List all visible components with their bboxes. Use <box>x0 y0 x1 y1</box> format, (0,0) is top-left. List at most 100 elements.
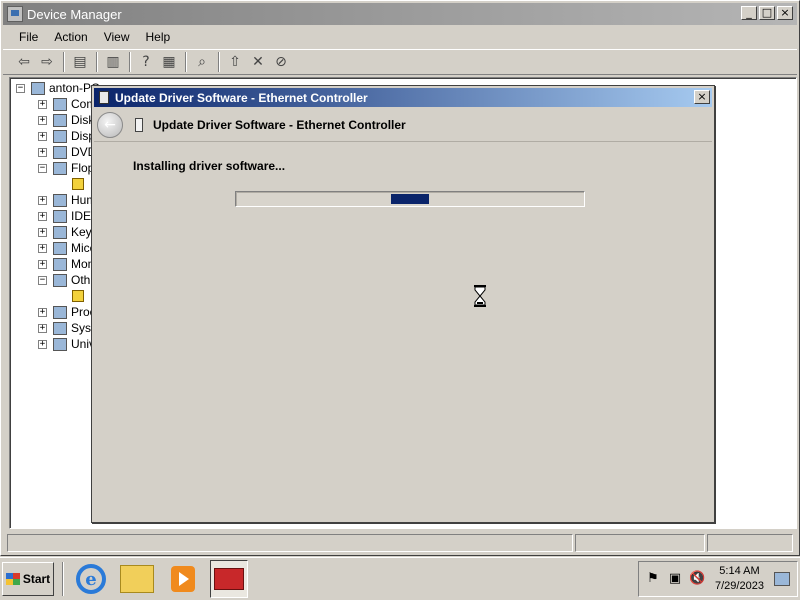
device-manager-icon <box>7 6 23 22</box>
tree-item-label: IDE <box>71 209 92 223</box>
tree-item[interactable] <box>72 288 88 304</box>
minimize-button[interactable]: _ <box>741 6 757 20</box>
collapse-icon[interactable]: − <box>38 163 47 173</box>
expand-icon[interactable]: + <box>38 195 47 205</box>
system-tray: ⚑ ▣ 🔇 5:14 AM 7/29/2023 <box>638 561 798 597</box>
menu-view[interactable]: View <box>96 28 138 46</box>
start-label: Start <box>22 572 51 586</box>
taskbar-divider <box>62 562 64 596</box>
forward-arrow-icon[interactable]: ⇨ <box>36 51 58 73</box>
tree-item[interactable]: − Flop <box>38 160 94 176</box>
disk-drive-icon <box>53 113 67 127</box>
toolbar-separator <box>218 52 220 72</box>
volume-muted-icon[interactable]: 🔇 <box>689 571 705 587</box>
collapse-icon[interactable]: − <box>16 83 25 93</box>
tree-item-label: Key <box>71 225 92 239</box>
help-icon[interactable]: ? <box>135 51 157 73</box>
expand-icon[interactable]: + <box>38 115 47 125</box>
tree-item[interactable]: + Mice <box>38 240 96 256</box>
clock-time: 5:14 AM <box>719 565 760 577</box>
properties-icon[interactable]: ▤ <box>69 51 91 73</box>
tree-item[interactable]: + Syst <box>38 320 94 336</box>
warning-device-icon <box>72 178 84 190</box>
expand-icon[interactable]: + <box>38 339 47 349</box>
menu-help[interactable]: Help <box>138 28 179 46</box>
expand-icon[interactable]: + <box>38 211 47 221</box>
start-button[interactable]: Start <box>2 562 54 596</box>
explorer-button[interactable] <box>118 560 156 598</box>
computer-category-icon <box>53 97 67 111</box>
clock[interactable]: 5:14 AM 7/29/2023 <box>715 564 764 594</box>
window-titlebar[interactable]: Device Manager _ □ × <box>3 3 797 25</box>
expand-icon[interactable]: + <box>38 131 47 141</box>
progress-indicator <box>391 194 429 204</box>
tree-root[interactable]: − anton-PC <box>16 80 100 96</box>
clock-date: 7/29/2023 <box>715 580 764 592</box>
tree-item[interactable]: + Proc <box>38 304 96 320</box>
expand-icon[interactable]: + <box>38 307 47 317</box>
taskbar: Start e ⚑ ▣ 🔇 5:14 AM 7/29/2023 <box>0 557 800 600</box>
folder-icon <box>120 565 154 593</box>
tree-item[interactable]: + Univ <box>38 336 95 352</box>
uninstall-icon[interactable]: ✕ <box>247 51 269 73</box>
tree-item[interactable]: + IDE <box>38 208 91 224</box>
expand-icon[interactable]: + <box>38 227 47 237</box>
tree-item-label: Oth <box>71 273 91 287</box>
media-player-button[interactable] <box>164 560 202 598</box>
menu-file[interactable]: File <box>11 28 46 46</box>
dialog-header-title: Update Driver Software - Ethernet Contro… <box>153 117 406 132</box>
tree-item[interactable]: + Com <box>38 96 96 112</box>
floppy-icon <box>53 161 67 175</box>
expand-icon[interactable]: + <box>38 147 47 157</box>
expand-icon[interactable]: + <box>38 243 47 253</box>
toolbar-separator <box>185 52 187 72</box>
network-error-icon[interactable]: ▣ <box>667 571 683 587</box>
show-desktop-icon[interactable] <box>773 572 790 586</box>
dialog-close-button[interactable]: × <box>694 90 710 104</box>
toolbar-separator <box>63 52 65 72</box>
maximize-button[interactable]: □ <box>759 6 775 20</box>
scan-hardware-icon[interactable]: ⌕ <box>191 51 213 73</box>
device-icon <box>135 117 143 132</box>
dvd-drive-icon <box>53 145 67 159</box>
toolbar-separator <box>96 52 98 72</box>
console-tree-icon[interactable]: ▦ <box>158 51 180 73</box>
windows-logo-icon <box>5 573 20 585</box>
update-driver-icon[interactable]: ⇧ <box>224 51 246 73</box>
monitor-icon <box>53 257 67 271</box>
tree-item[interactable]: + Disk <box>38 112 94 128</box>
menu-action[interactable]: Action <box>46 28 95 46</box>
tree-item-label: Syst <box>71 321 95 335</box>
back-arrow-icon[interactable]: ← <box>97 111 123 138</box>
dialog-titlebar[interactable]: Update Driver Software - Ethernet Contro… <box>94 88 712 107</box>
close-button[interactable]: × <box>777 6 793 20</box>
expand-icon[interactable]: + <box>38 323 47 333</box>
tree-item[interactable]: + DVD <box>38 144 96 160</box>
expand-icon[interactable]: + <box>38 259 47 269</box>
tree-item[interactable]: + Hum <box>38 192 96 208</box>
back-arrow-icon[interactable]: ⇦ <box>13 51 35 73</box>
dialog-header: ← Update Driver Software - Ethernet Cont… <box>94 108 712 142</box>
warning-device-icon <box>72 290 84 302</box>
internet-explorer-button[interactable]: e <box>72 560 110 598</box>
update-driver-dialog: Update Driver Software - Ethernet Contro… <box>92 86 714 522</box>
ide-controller-icon <box>53 209 67 223</box>
keyboard-icon <box>53 225 67 239</box>
tree-item[interactable]: + Key <box>38 224 92 240</box>
tree-item[interactable]: − Oth <box>38 272 90 288</box>
tree-item[interactable] <box>72 176 88 192</box>
disable-device-icon[interactable]: ⊘ <box>270 51 292 73</box>
tree-item[interactable]: + Mon <box>38 256 94 272</box>
expand-icon[interactable]: + <box>38 99 47 109</box>
collapse-icon[interactable]: − <box>38 275 47 285</box>
action-center-flag-icon[interactable]: ⚑ <box>645 571 661 587</box>
status-bar <box>3 533 797 553</box>
status-cell <box>707 534 793 552</box>
device-manager-taskbar-button[interactable] <box>210 560 248 598</box>
install-progress-bar <box>235 191 585 207</box>
device-icon <box>99 91 109 104</box>
processor-icon <box>53 305 67 319</box>
tree-item[interactable]: + Disp <box>38 128 95 144</box>
show-hide-icon[interactable]: ▥ <box>102 51 124 73</box>
toolbar-separator <box>129 52 131 72</box>
